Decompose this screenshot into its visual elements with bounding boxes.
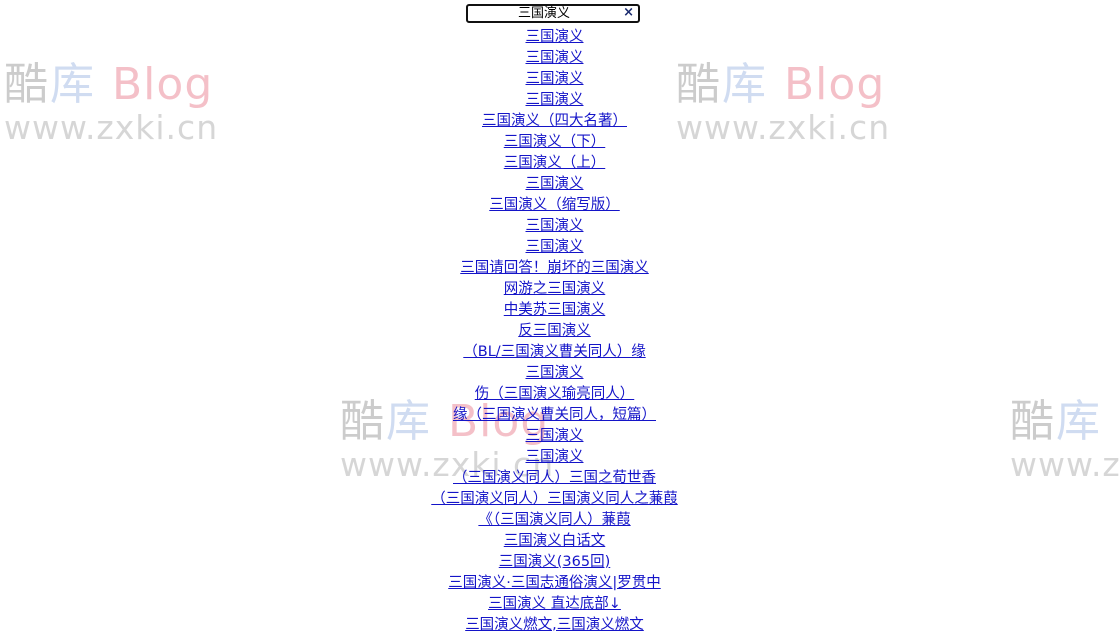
search-result-link[interactable]: 反三国演义	[518, 323, 591, 339]
list-item: 三国演义（下）	[0, 130, 1109, 151]
list-item: 三国演义(365回)	[0, 550, 1109, 571]
list-item: 反三国演义	[0, 319, 1109, 340]
search-result-link[interactable]: 三国演义	[526, 71, 584, 87]
list-item: 三国演义	[0, 445, 1109, 466]
list-item: （BL/三国演义曹关同人）缘	[0, 340, 1109, 361]
search-result-link[interactable]: 三国演义	[526, 239, 584, 255]
search-result-link[interactable]: 三国演义	[526, 50, 584, 66]
list-item: 三国演义	[0, 361, 1109, 382]
list-item: 伤（三国演义瑜亮同人）	[0, 382, 1109, 403]
search-input[interactable]	[474, 6, 614, 21]
search-result-link[interactable]: 中美苏三国演义	[504, 302, 606, 318]
search-result-link[interactable]: 缘（三国演义曹关同人，短篇）	[453, 407, 656, 423]
list-item: 三国演义（四大名著）	[0, 109, 1109, 130]
search-result-link[interactable]: 三国演义（上）	[504, 155, 606, 171]
list-item: 三国演义	[0, 424, 1109, 445]
search-result-link[interactable]: 《（三国演义同人）蒹葭	[478, 512, 630, 528]
list-item: 中美苏三国演义	[0, 298, 1109, 319]
search-result-link[interactable]: 三国演义白话文	[504, 533, 606, 549]
search-result-link[interactable]: （BL/三国演义曹关同人）缘	[463, 344, 645, 360]
list-item: 三国演义	[0, 172, 1109, 193]
list-item: 三国请回答！崩坏的三国演义	[0, 256, 1109, 277]
list-item: 三国演义白话文	[0, 529, 1109, 550]
search-result-link[interactable]: 三国演义（下）	[504, 134, 606, 150]
search-result-link[interactable]: 三国演义	[526, 449, 584, 465]
list-item: 三国演义燃文,三国演义燃文	[0, 613, 1109, 634]
search-result-link[interactable]: 三国演义 直达底部↓	[488, 596, 621, 612]
search-result-link[interactable]: 网游之三国演义	[504, 281, 606, 297]
search-result-link[interactable]: 三国演义	[526, 29, 584, 45]
search-result-link[interactable]: （三国演义同人）三国之荀世香	[453, 470, 656, 486]
search-result-link[interactable]: 三国演义（缩写版）	[489, 197, 620, 213]
list-item: 三国演义	[0, 46, 1109, 67]
list-item: 网游之三国演义	[0, 277, 1109, 298]
search-result-link[interactable]: 伤（三国演义瑜亮同人）	[475, 386, 635, 402]
search-result-link[interactable]: 三国演义	[526, 218, 584, 234]
search-result-link[interactable]: 三国演义	[526, 176, 584, 192]
search-result-link[interactable]: 三国演义燃文,三国演义燃文	[465, 617, 644, 633]
list-item: 三国演义	[0, 235, 1109, 256]
search-result-link[interactable]: 三国演义·三国志通俗演义|罗贯中	[448, 575, 661, 591]
list-item: （三国演义同人）三国演义同人之蒹葭	[0, 487, 1109, 508]
list-item: （三国演义同人）三国之荀世香	[0, 466, 1109, 487]
list-item: 三国演义	[0, 25, 1109, 46]
list-item: 三国演义（缩写版）	[0, 193, 1109, 214]
search-result-link[interactable]: 三国演义	[526, 365, 584, 381]
search-result-link[interactable]: 三国演义	[526, 92, 584, 108]
search-result-link[interactable]: 三国演义(365回)	[499, 554, 611, 570]
list-item: 三国演义（上）	[0, 151, 1109, 172]
list-item: 三国演义 直达底部↓	[0, 592, 1109, 613]
search-result-link[interactable]: 三国演义	[526, 428, 584, 444]
search-result-link[interactable]: （三国演义同人）三国演义同人之蒹葭	[431, 491, 678, 507]
search-result-list: 三国演义 三国演义 三国演义 三国演义 三国演义（四大名著） 三国演义（下） 三国演义（上）…	[0, 25, 1109, 634]
list-item: 《（三国演义同人）蒹葭	[0, 508, 1109, 529]
search-results-page: 酷库 Blog www.zxki.cn 酷库 Blog www.zxki.cn …	[0, 0, 1119, 638]
close-icon[interactable]: ×	[623, 5, 634, 20]
search-box: ×	[466, 4, 640, 23]
search-result-link[interactable]: 三国演义（四大名著）	[482, 113, 627, 129]
list-item: 三国演义·三国志通俗演义|罗贯中	[0, 571, 1109, 592]
list-item: 三国演义	[0, 67, 1109, 88]
list-item: 三国演义	[0, 214, 1109, 235]
list-item: 缘（三国演义曹关同人，短篇）	[0, 403, 1109, 424]
search-result-link[interactable]: 三国请回答！崩坏的三国演义	[460, 260, 649, 276]
list-item: 三国演义	[0, 88, 1109, 109]
